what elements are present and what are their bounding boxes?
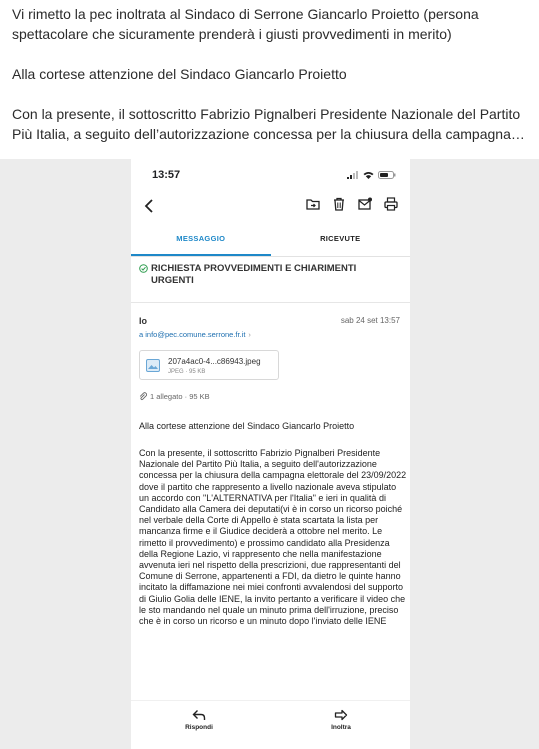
move-to-folder-icon[interactable]: [306, 197, 320, 211]
divider: [131, 302, 410, 303]
forward-button[interactable]: Inoltra: [311, 709, 371, 731]
message-body: Con la presente, il sottoscritto Fabrizi…: [139, 448, 407, 627]
paperclip-icon: [139, 392, 147, 401]
post-paragraph: Vi rimetto la pec inoltrata al Sindaco d…: [12, 6, 479, 42]
image-file-icon: [146, 359, 160, 372]
print-icon[interactable]: [384, 197, 398, 211]
trash-icon[interactable]: [332, 197, 346, 211]
tab-ricevute[interactable]: RICEVUTE: [271, 225, 411, 256]
back-arrow-icon[interactable]: [141, 195, 159, 217]
attachment-count: 1 allegato · 95 KB: [139, 392, 210, 401]
signal-icon: [347, 171, 358, 179]
tab-messaggio[interactable]: MESSAGGIO: [131, 225, 271, 256]
chevron-right-icon: ›: [248, 330, 251, 339]
sender-name: Io: [139, 316, 147, 326]
wifi-icon: [363, 172, 374, 179]
post-text: Vi rimetto la pec inoltrata al Sindaco d…: [12, 4, 532, 164]
attachment-filename: 207a4ac0-4...c86943.jpeg: [168, 357, 261, 366]
screenshot-image: 13:57 MESSAGGIO RICEVUTE RICHIESTA PROVV…: [0, 159, 539, 749]
attachment-card[interactable]: 207a4ac0-4...c86943.jpeg JPEG · 95 KB: [139, 350, 279, 380]
action-bar: Rispondi Inoltra: [131, 700, 410, 749]
reply-icon: [192, 710, 206, 720]
message-date: sab 24 set 13:57: [340, 316, 400, 325]
message-tabs: MESSAGGIO RICEVUTE: [131, 225, 410, 257]
attachment-count-text: 1 allegato · 95 KB: [150, 392, 210, 401]
message-greeting: Alla cortese attenzione del Sindaco Gian…: [139, 421, 355, 431]
phone-screen: 13:57 MESSAGGIO RICEVUTE RICHIESTA PROVV…: [131, 159, 410, 749]
recipient-address[interactable]: a info@pec.comune.serrone.fr.it ›: [139, 330, 251, 339]
mark-unread-icon[interactable]: [358, 197, 372, 211]
post-paragraph: Con la presente, il sottoscritto Fabrizi…: [12, 106, 525, 142]
status-icons: [347, 171, 396, 179]
recipient-text: a info@pec.comune.serrone.fr.it: [139, 330, 246, 339]
forward-icon: [334, 709, 348, 721]
status-time: 13:57: [152, 169, 181, 181]
battery-icon: [378, 171, 396, 179]
check-circle-icon: [139, 264, 148, 273]
forward-label: Inoltra: [331, 724, 351, 731]
attachment-meta: JPEG · 95 KB: [168, 369, 206, 375]
subject-text: RICHIESTA PROVVEDIMENTI E CHIARIMENTI UR…: [151, 263, 357, 286]
status-bar: 13:57: [131, 159, 410, 191]
message-toolbar: [131, 195, 410, 219]
reply-button[interactable]: Rispondi: [169, 709, 229, 731]
message-subject: RICHIESTA PROVVEDIMENTI E CHIARIMENTI UR…: [139, 263, 401, 287]
post-paragraph: Alla cortese attenzione del Sindaco Gian…: [12, 66, 347, 82]
reply-label: Rispondi: [185, 724, 213, 731]
